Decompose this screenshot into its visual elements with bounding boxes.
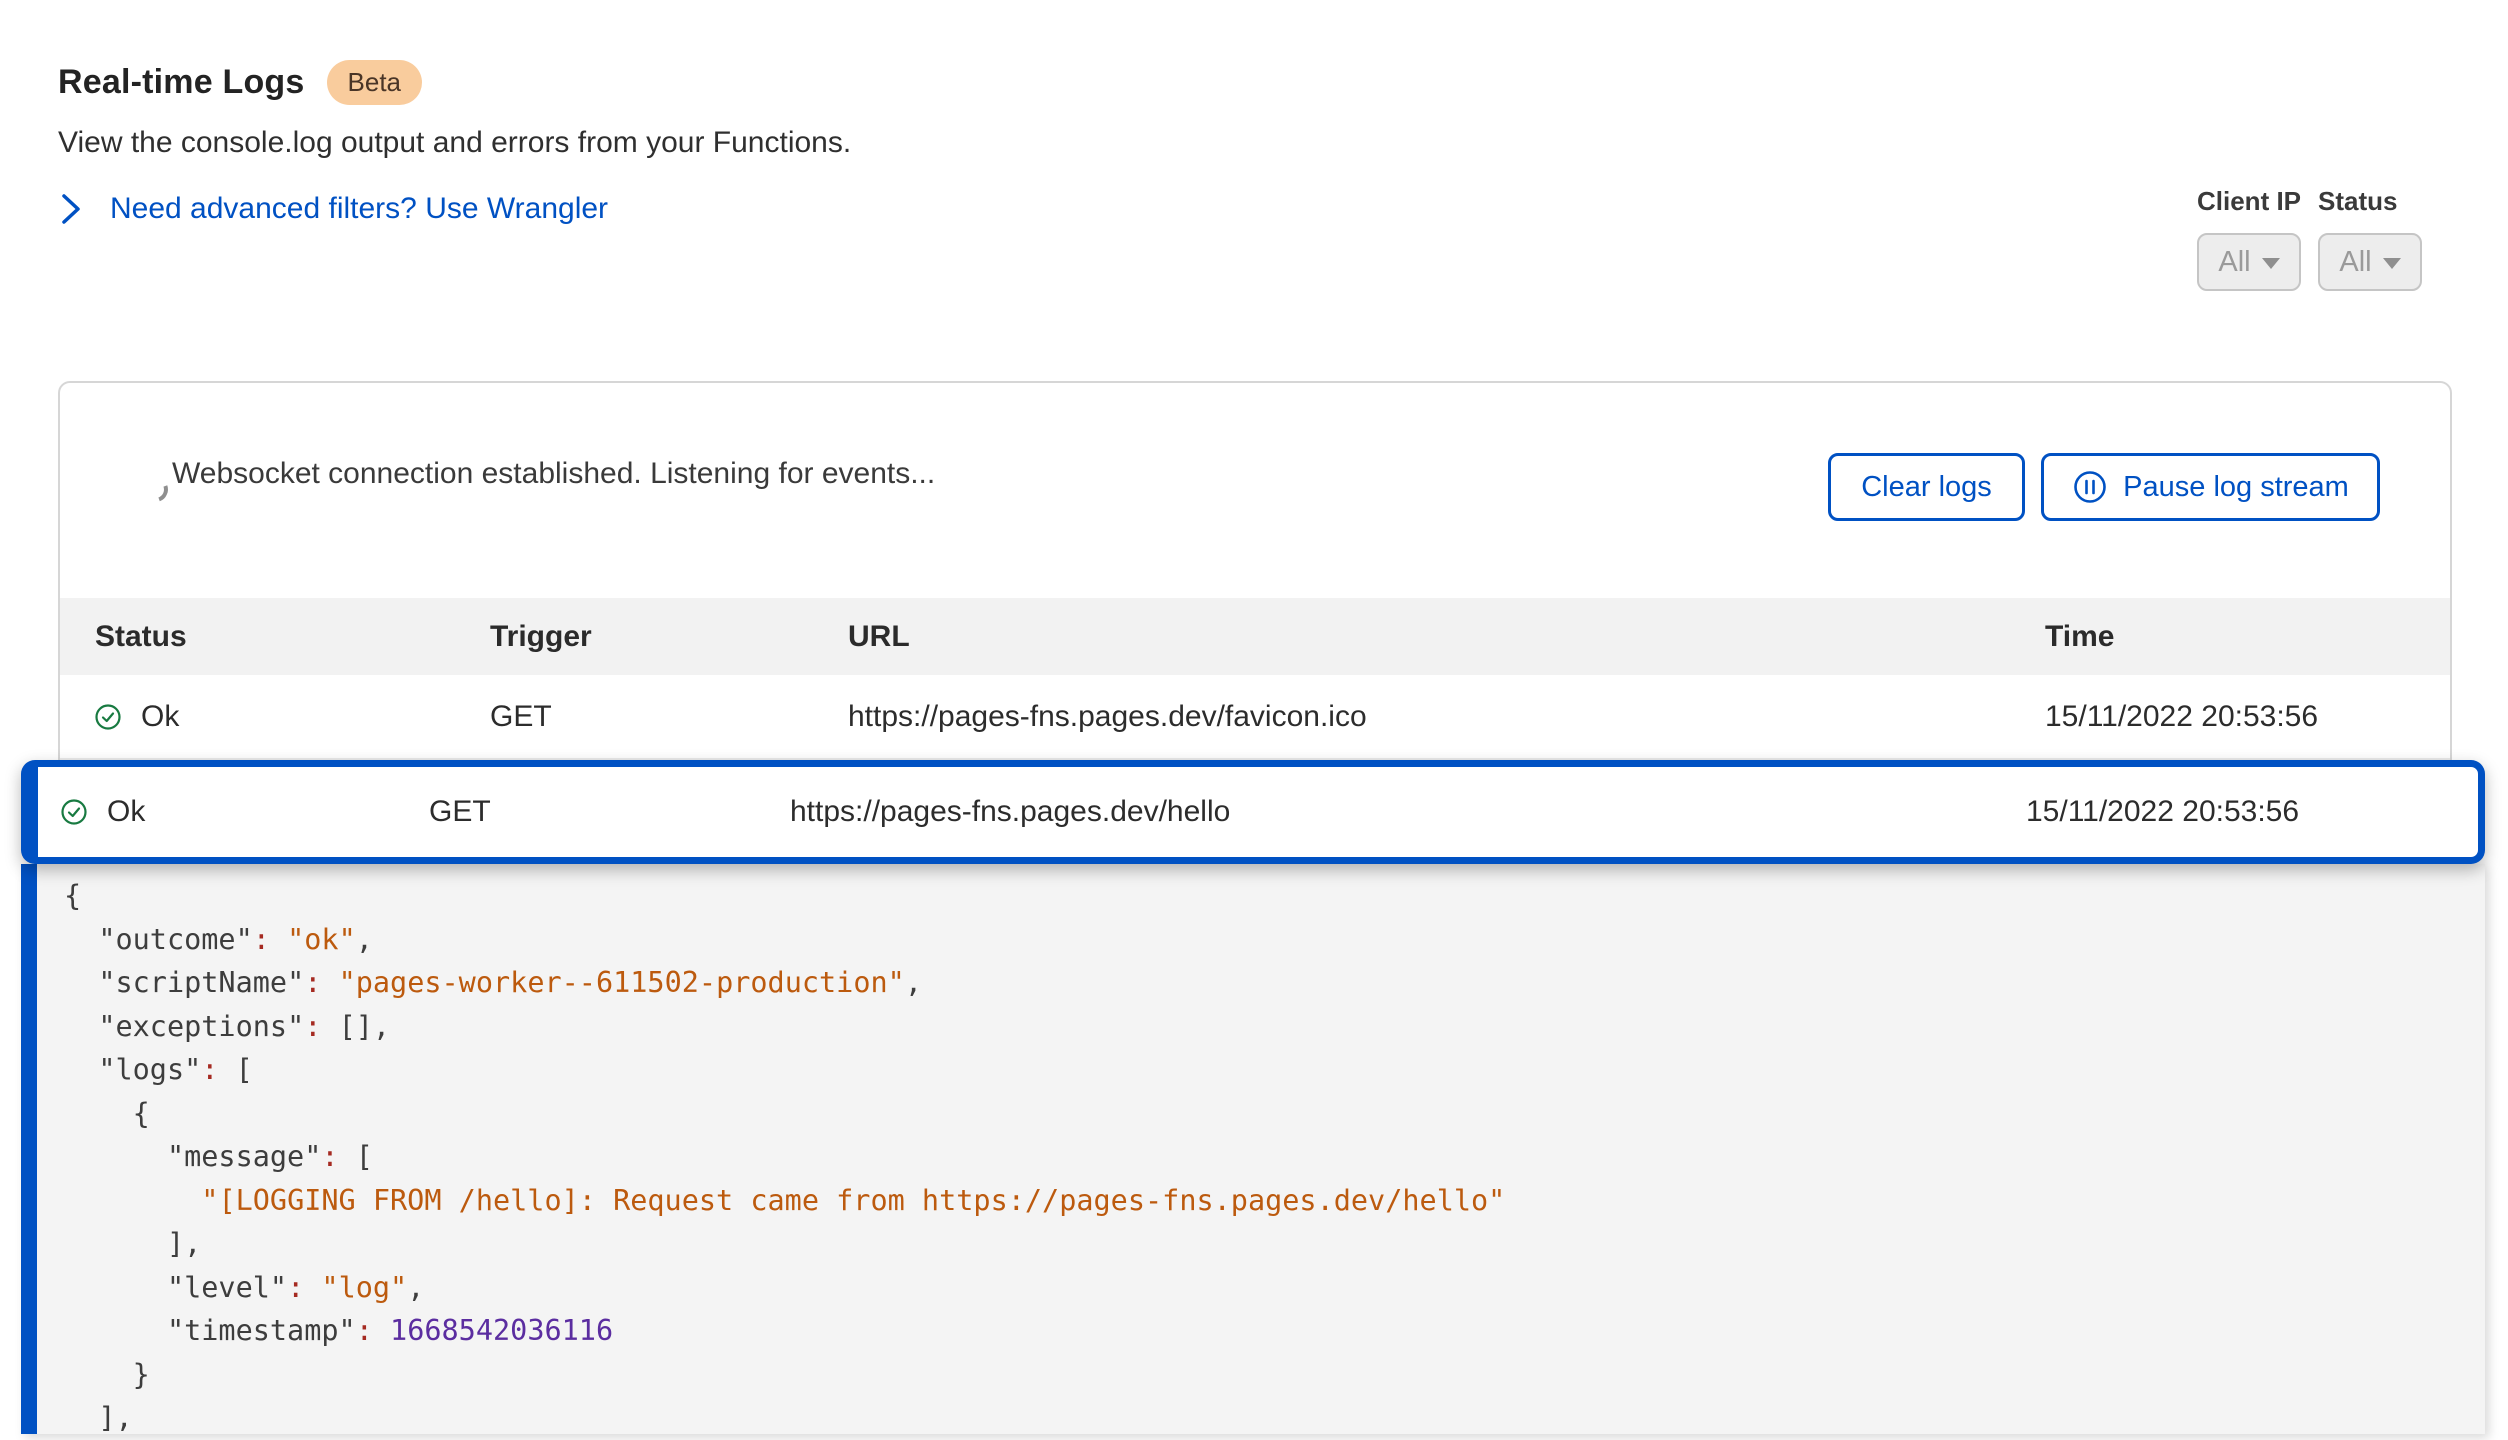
- column-header-trigger: Trigger: [490, 620, 848, 654]
- client-ip-dropdown[interactable]: All: [2197, 233, 2301, 291]
- log-detail-json: { "outcome": "ok", "scriptName": "pages-…: [37, 864, 2485, 1440]
- log-table-row-selected[interactable]: Ok GET https://pages-fns.pages.dev/hello…: [21, 760, 2485, 864]
- row-url: https://pages-fns.pages.dev/hello: [790, 795, 2026, 829]
- filter-client-ip: Client IP All: [2197, 186, 2301, 291]
- beta-badge: Beta: [327, 60, 423, 105]
- row-trigger: GET: [429, 795, 790, 829]
- column-header-status: Status: [95, 620, 490, 654]
- loading-spinner-icon: [139, 473, 172, 506]
- pause-stream-label: Pause log stream: [2123, 471, 2349, 504]
- client-ip-dropdown-value: All: [2218, 246, 2250, 279]
- column-header-url: URL: [848, 620, 2045, 654]
- status-filter-label: Status: [2318, 186, 2422, 217]
- page-header: Real-time Logs Beta: [58, 60, 422, 105]
- wrangler-advanced-filters-link[interactable]: Need advanced filters? Use Wrangler: [60, 192, 608, 226]
- check-circle-icon: [61, 799, 87, 825]
- log-table-header: Status Trigger URL Time: [60, 598, 2450, 675]
- status-dropdown-value: All: [2339, 246, 2371, 279]
- pause-log-stream-button[interactable]: Pause log stream: [2041, 453, 2380, 521]
- column-header-time: Time: [2045, 620, 2450, 654]
- clear-logs-label: Clear logs: [1861, 471, 1992, 504]
- clear-logs-button[interactable]: Clear logs: [1828, 453, 2025, 521]
- chevron-down-icon: [2383, 258, 2401, 269]
- filter-status: Status All: [2318, 186, 2422, 291]
- websocket-status-message: Websocket connection established. Listen…: [172, 457, 935, 491]
- chevron-right-icon: [60, 192, 82, 226]
- chevron-down-icon: [2262, 258, 2280, 269]
- check-circle-icon: [95, 704, 121, 730]
- row-status-label: Ok: [141, 700, 179, 734]
- page-title: Real-time Logs: [58, 63, 305, 102]
- client-ip-filter-label: Client IP: [2197, 186, 2301, 217]
- log-table-row[interactable]: Ok GET https://pages-fns.pages.dev/favic…: [60, 675, 2450, 760]
- row-trigger: GET: [490, 700, 848, 734]
- pause-circle-icon: [2072, 469, 2108, 505]
- log-detail-panel: { "outcome": "ok", "scriptName": "pages-…: [21, 864, 2485, 1434]
- wrangler-link-label: Need advanced filters? Use Wrangler: [110, 192, 608, 226]
- row-time: 15/11/2022 20:53:56: [2045, 700, 2450, 734]
- expanded-log-entry: Ok GET https://pages-fns.pages.dev/hello…: [21, 760, 2485, 1434]
- row-status-label: Ok: [107, 795, 145, 829]
- page-subtitle: View the console.log output and errors f…: [58, 126, 851, 160]
- row-url: https://pages-fns.pages.dev/favicon.ico: [848, 700, 2045, 734]
- row-time: 15/11/2022 20:53:56: [2026, 795, 2478, 829]
- status-dropdown[interactable]: All: [2318, 233, 2422, 291]
